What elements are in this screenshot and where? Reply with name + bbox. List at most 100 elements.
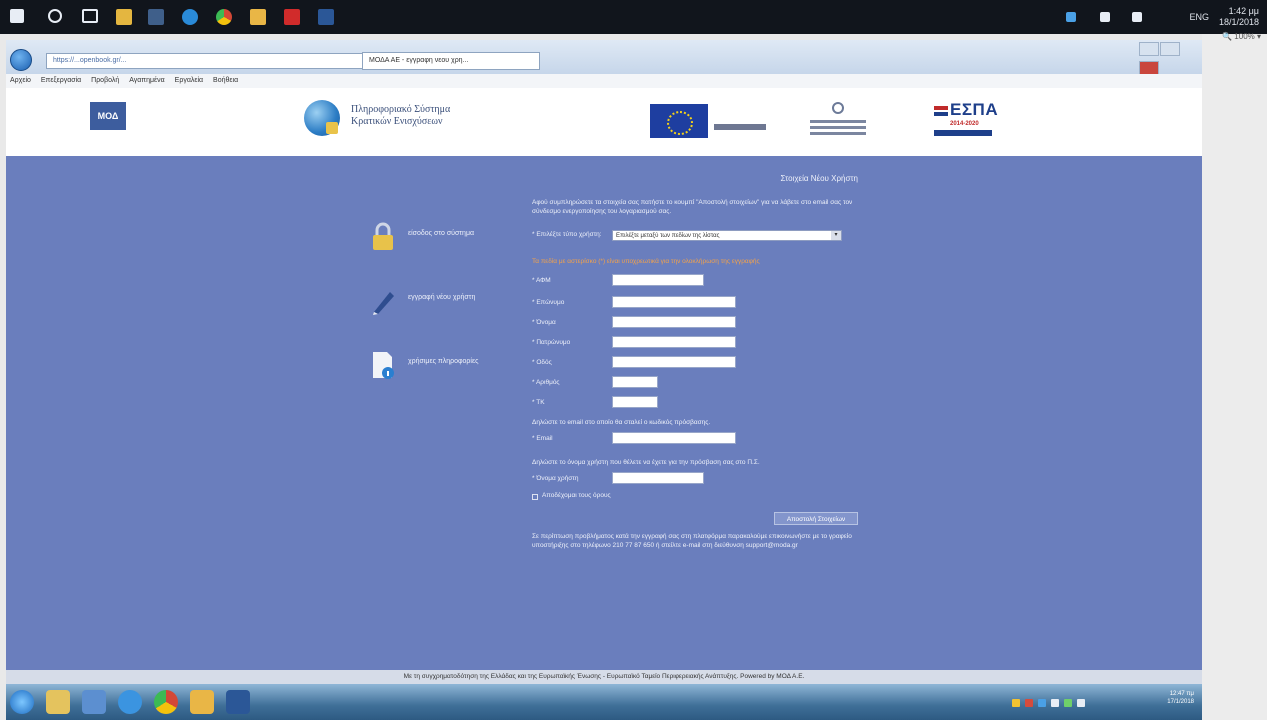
tray-icon[interactable]: [1038, 699, 1046, 707]
chrome-icon[interactable]: [216, 9, 232, 25]
fathername-label: * Πατρώνυμο: [532, 339, 571, 346]
back-button[interactable]: [10, 49, 32, 71]
eu-stars-icon: [667, 111, 693, 135]
tray-icon[interactable]: [1025, 699, 1033, 707]
email-note: Δηλώστε το email στο οποίο θα σταλεί ο κ…: [532, 419, 711, 426]
espa-logo: ΕΣΠΑ 2014-2020: [934, 100, 998, 140]
eu-flag-logo: [650, 104, 708, 138]
internet-explorer-icon[interactable]: [182, 9, 198, 25]
main-content: είσοδος στο σύστημα εγγραφή νέου χρήστη …: [6, 156, 1202, 670]
form-intro: Αφού συμπληρώσετε τα στοιχεία σας πατήστ…: [532, 199, 853, 215]
required-fields-warning: Τα πεδία με αστερίσκο (*) είναι υποχρεωτ…: [532, 258, 760, 265]
espa-base-bar: [934, 130, 992, 136]
user-type-row: * Επιλέξτε τύπο χρήστη: Επιλέξτε μεταξύ …: [532, 230, 858, 242]
minimize-button[interactable]: [1139, 42, 1159, 56]
menu-help[interactable]: Βοήθεια: [213, 77, 238, 84]
word-icon[interactable]: [226, 690, 250, 714]
task-view-icon[interactable]: [82, 9, 98, 23]
tray-volume-icon[interactable]: [1132, 12, 1142, 22]
ministry-caption-line: [810, 120, 866, 123]
folder-icon[interactable]: [250, 9, 266, 25]
chevron-down-icon[interactable]: ▾: [831, 231, 841, 240]
submit-button[interactable]: Αποστολή Στοιχείων: [774, 512, 858, 525]
user-type-select[interactable]: Επιλέξτε μεταξύ των πεδίων της λίστας ▾: [612, 230, 842, 241]
site-header: ΜΟΔ Πληροφοριακό Σύστημα Κρατικών Ενισχύ…: [6, 88, 1202, 156]
tray-apps-icon[interactable]: [1066, 12, 1076, 22]
user-type-value: Επιλέξτε μεταξύ των πεδίων της λίστας: [616, 233, 720, 239]
number-label: * Αριθμός: [532, 379, 560, 386]
site-title-line2: Κρατικών Ενισχύσεων: [351, 116, 443, 127]
terms-label: Αποδέχομαι τους όρους: [542, 492, 611, 499]
user-type-label: * Επιλέξτε τύπο χρήστη:: [532, 231, 602, 238]
menu-favorites[interactable]: Αγαπημένα: [129, 77, 165, 84]
viewer-margin: 🔍 100% ▾: [1202, 32, 1267, 720]
username-note: Δηλώστε το όνομα χρήστη που θέλετε να έχ…: [532, 459, 760, 466]
greek-emblem-icon: [832, 102, 844, 114]
tray-icon[interactable]: [1077, 699, 1085, 707]
media-icon[interactable]: [82, 690, 106, 714]
espa-flag-icon: [934, 106, 948, 118]
browser-tab[interactable]: ΜΟΔΑ ΑΕ - εγγραφη νεου χρη...: [362, 52, 540, 70]
firstname-input[interactable]: [612, 316, 736, 328]
postcode-input[interactable]: [612, 396, 658, 408]
inner-tray: [1012, 694, 1192, 708]
captured-screen: https://...openbook.gr/... ΜΟΔΑ ΑΕ - εγγ…: [6, 40, 1202, 720]
sidebar-item-label: χρήσιμες πληροφορίες: [408, 358, 479, 365]
surname-label: * Επώνυμο: [532, 299, 565, 306]
moda-logo[interactable]: ΜΟΔ: [90, 102, 126, 130]
clock-time: 1:42 μμ: [1228, 6, 1259, 16]
close-button[interactable]: [1139, 61, 1159, 75]
padlock-icon: [373, 222, 393, 250]
info-document-icon: [373, 352, 394, 379]
site-footer: Με τη συγχρηματοδότηση της Ελλάδας και τ…: [6, 670, 1202, 684]
search-icon[interactable]: [48, 9, 62, 23]
surname-input[interactable]: [612, 296, 736, 308]
fathername-input[interactable]: [612, 336, 736, 348]
word-icon[interactable]: [318, 9, 334, 25]
number-input[interactable]: [612, 376, 658, 388]
photos-icon[interactable]: [148, 9, 164, 25]
inner-clock-time: 12:47 πμ: [1169, 691, 1194, 697]
internet-explorer-icon[interactable]: [118, 690, 142, 714]
window-controls: [1138, 42, 1196, 75]
terms-checkbox[interactable]: [532, 494, 538, 500]
menu-tools[interactable]: Εργαλεία: [175, 77, 203, 84]
username-input[interactable]: [612, 472, 704, 484]
menu-edit[interactable]: Επεξεργασία: [41, 77, 81, 84]
inner-clock-date: 17/1/2018: [1167, 699, 1194, 705]
tray-icon[interactable]: [1064, 699, 1072, 707]
acrobat-icon[interactable]: [284, 9, 300, 25]
inner-clock[interactable]: 12:47 πμ 17/1/2018: [1167, 690, 1194, 706]
zoom-indicator[interactable]: 🔍 100% ▾: [1222, 32, 1261, 41]
menu-file[interactable]: Αρχείο: [10, 77, 31, 84]
espa-word: ΕΣΠΑ: [950, 100, 999, 119]
afm-input[interactable]: [612, 274, 704, 286]
windows-start-icon[interactable]: [10, 9, 24, 23]
windows-orb-icon[interactable]: [10, 690, 34, 714]
clock-date: 18/1/2018: [1218, 17, 1259, 27]
explorer-icon[interactable]: [46, 690, 70, 714]
tray-icon[interactable]: [1012, 699, 1020, 707]
outer-taskbar: ENG 1:42 μμ 18/1/2018: [0, 0, 1267, 34]
eu-caption-logo: [714, 124, 766, 130]
street-label: * Οδός: [532, 359, 552, 366]
sidebar-item-label: είσοδος στο σύστημα: [408, 230, 475, 237]
username-label: * Όνομα χρήστη: [532, 475, 579, 482]
menu-view[interactable]: Προβολή: [91, 77, 119, 84]
tray-network-icon[interactable]: [1100, 12, 1110, 22]
address-bar[interactable]: https://...openbook.gr/...: [46, 53, 364, 69]
chrome-icon[interactable]: [154, 690, 178, 714]
ministry-caption-line: [810, 132, 866, 135]
street-input[interactable]: [612, 356, 736, 368]
sidebar-item-label: εγγραφή νέου χρήστη: [408, 294, 476, 301]
email-input[interactable]: [612, 432, 736, 444]
folder-icon[interactable]: [190, 690, 214, 714]
postcode-label: * ΤΚ: [532, 399, 545, 406]
firstname-label: * Όνομα: [532, 319, 556, 326]
system-clock[interactable]: 1:42 μμ 18/1/2018: [1219, 6, 1259, 28]
maximize-button[interactable]: [1160, 42, 1180, 56]
file-explorer-icon[interactable]: [116, 9, 132, 25]
support-note: Σε περίπτωση προβλήματος κατά την εγγραφ…: [532, 533, 852, 549]
tray-icon[interactable]: [1051, 699, 1059, 707]
language-indicator[interactable]: ENG: [1189, 12, 1209, 22]
